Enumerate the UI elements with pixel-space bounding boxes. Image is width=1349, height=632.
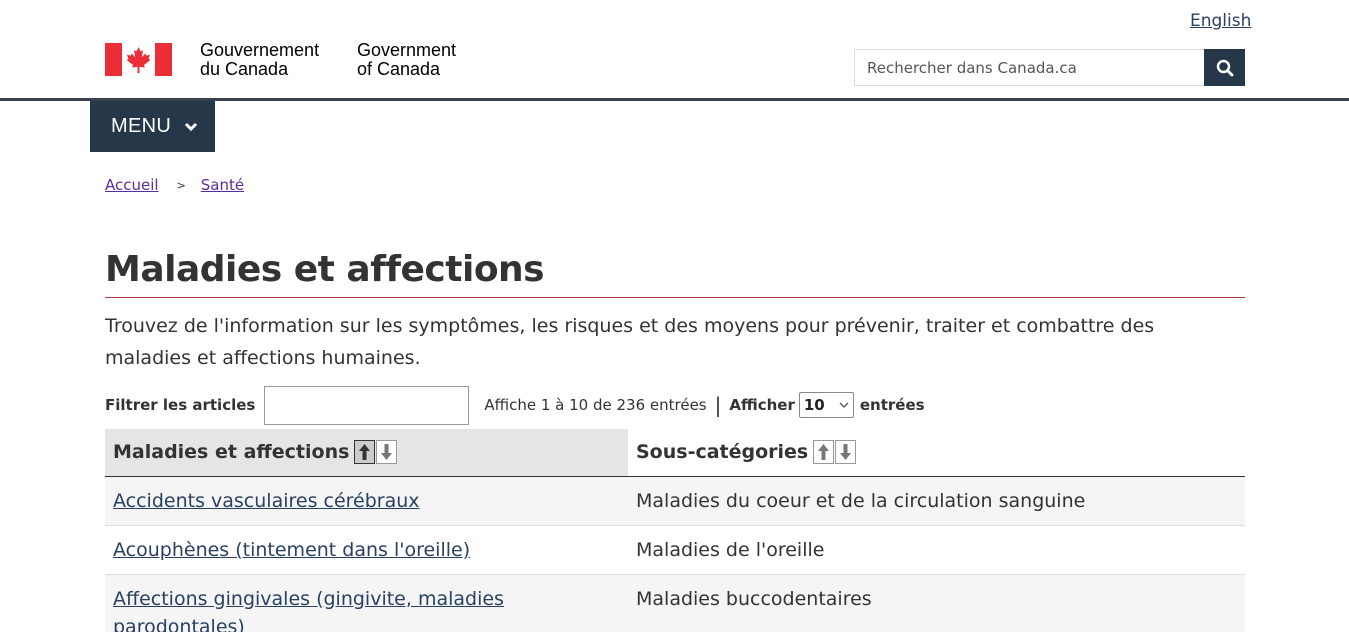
sort-controls	[354, 440, 398, 465]
column-header-subcategories[interactable]: Sous-catégories	[628, 429, 1245, 477]
table-cell-category: Maladies buccodentaires	[628, 573, 1245, 632]
sort-descending-button[interactable]	[835, 440, 857, 465]
table-row: Accidents vasculaires cérébraux Maladies…	[105, 475, 1245, 525]
disease-link[interactable]: Affections gingivales (gingivite, maladi…	[113, 588, 504, 632]
table-row: Affections gingivales (gingivite, maladi…	[105, 573, 1245, 632]
page-intro: Trouvez de l'information sur les symptôm…	[105, 315, 1155, 369]
chevron-down-icon	[185, 122, 198, 131]
arrow-up-icon	[818, 444, 830, 461]
column-header-label: Maladies et affections	[113, 441, 350, 464]
arrow-up-icon	[359, 444, 371, 461]
menu-label: MENU	[111, 115, 172, 137]
table-cell-name: Accidents vasculaires cérébraux	[105, 475, 628, 525]
info-divider: |	[714, 393, 722, 417]
table-info: Affiche 1 à 10 de 236 entrées	[484, 396, 707, 414]
title-underline	[105, 297, 1245, 298]
search-input[interactable]	[854, 49, 1205, 86]
signature-fr-line-2: du Canada	[200, 59, 289, 79]
breadcrumb-separator: >	[176, 178, 186, 192]
table-cell-category: Maladies de l'oreille	[628, 524, 1245, 574]
arrow-down-icon	[840, 444, 852, 461]
signature-en-line-1: Government	[357, 40, 457, 60]
site-search	[854, 49, 1245, 86]
search-button[interactable]	[1204, 49, 1245, 86]
sort-ascending-button[interactable]	[813, 440, 835, 465]
canada-flag-logo	[105, 43, 172, 76]
sort-ascending-button[interactable]	[354, 440, 376, 465]
column-header-label: Sous-catégories	[636, 441, 809, 464]
menu-button[interactable]: MENU	[90, 101, 215, 152]
table-row: Acouphènes (tintement dans l'oreille) Ma…	[105, 524, 1245, 574]
filter-input[interactable]	[264, 385, 470, 425]
arrow-down-icon	[381, 444, 393, 461]
chevron-down-icon	[839, 402, 849, 408]
signature-english: Government of Canada	[357, 41, 456, 79]
table-cell-name: Affections gingivales (gingivite, maladi…	[105, 573, 628, 632]
filter-label: Filtrer les articles	[105, 396, 256, 414]
signature-fr-line-1: Gouvernement	[200, 40, 320, 60]
page-size-select[interactable]: 10	[798, 392, 854, 418]
disease-link[interactable]: Accidents vasculaires cérébraux	[113, 490, 420, 512]
diseases-table: Maladies et affections Sous-catégories A…	[105, 429, 1245, 632]
search-icon	[1216, 59, 1233, 76]
table-controls: Filtrer les articles Affiche 1 à 10 de 2…	[105, 385, 925, 425]
sort-descending-button[interactable]	[376, 440, 398, 465]
breadcrumb: Accueil > Santé	[105, 176, 244, 194]
entries-label: entrées	[859, 396, 925, 414]
signature-en-line-2: of Canada	[357, 59, 441, 79]
page-size-value: 10	[803, 396, 825, 414]
breadcrumb-link-accueil[interactable]: Accueil	[105, 176, 159, 194]
disease-link[interactable]: Acouphènes (tintement dans l'oreille)	[113, 539, 470, 561]
language-toggle-link[interactable]: English	[1190, 11, 1251, 31]
breadcrumb-link-sante[interactable]: Santé	[201, 176, 244, 194]
show-label: Afficher	[729, 396, 795, 414]
page-title: Maladies et affections	[105, 249, 545, 290]
column-header-diseases[interactable]: Maladies et affections	[105, 429, 628, 477]
signature-french: Gouvernement du Canada	[200, 41, 319, 79]
sort-controls	[813, 440, 857, 465]
table-header-row: Maladies et affections Sous-catégories	[105, 429, 1245, 477]
table-cell-category: Maladies du coeur et de la circulation s…	[628, 475, 1245, 525]
table-cell-name: Acouphènes (tintement dans l'oreille)	[105, 524, 628, 574]
